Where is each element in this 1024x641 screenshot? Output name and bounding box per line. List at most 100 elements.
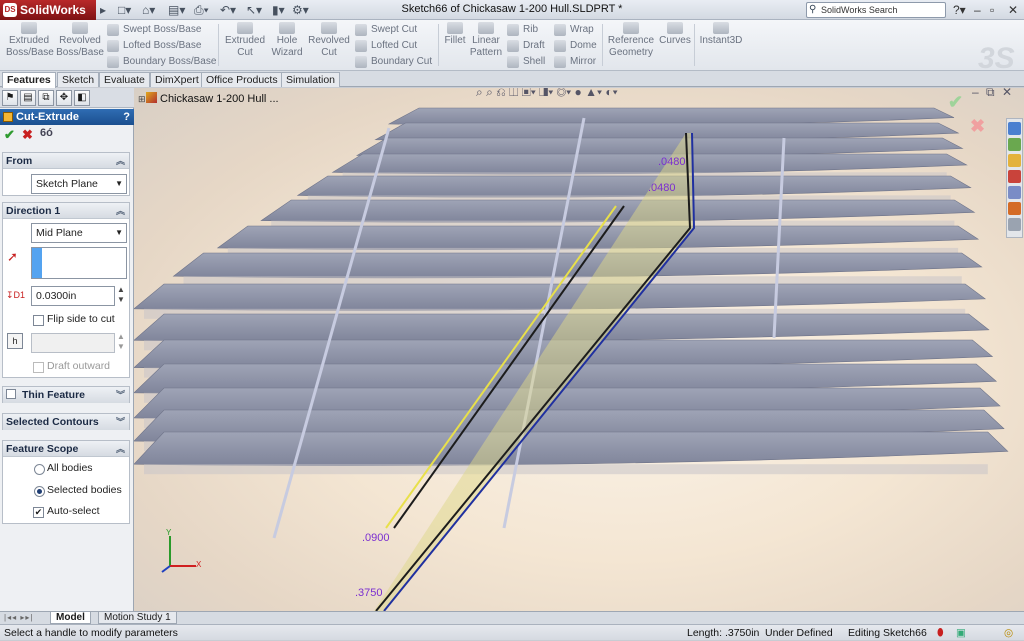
- help-button[interactable]: ?: [123, 109, 130, 125]
- hole-wizard-button[interactable]: Hole Wizard: [268, 22, 306, 59]
- help-status-icon[interactable]: ◎: [1004, 626, 1013, 641]
- confirm-cancel-icon[interactable]: ✖: [970, 116, 985, 137]
- draft-outward-checkbox[interactable]: [33, 362, 44, 373]
- resources-icon[interactable]: [1008, 122, 1021, 135]
- thin-feature-header[interactable]: Thin Feature ︾: [3, 387, 129, 403]
- dome-button[interactable]: Dome: [554, 38, 597, 54]
- from-select[interactable]: Sketch Plane ▼: [31, 174, 127, 194]
- design-library-icon[interactable]: [1008, 138, 1021, 151]
- extruded-cut-button[interactable]: Extruded Cut: [222, 22, 268, 59]
- tab-features[interactable]: Features: [2, 72, 56, 88]
- flip-side-checkbox[interactable]: [33, 315, 44, 326]
- swept-boss-button[interactable]: Swept Boss/Base: [107, 22, 201, 38]
- selected-contours-header[interactable]: Selected Contours ︾: [3, 414, 129, 430]
- instant3d-button[interactable]: Instant3D: [698, 22, 744, 47]
- detailed-preview-icon[interactable]: 6ó: [40, 127, 53, 139]
- configuration-manager-tab-icon[interactable]: ⧉: [38, 90, 54, 106]
- thin-feature-checkbox[interactable]: [6, 389, 16, 399]
- curves-button[interactable]: Curves: [658, 22, 692, 47]
- dimension-label[interactable]: .0480: [648, 182, 676, 194]
- direction1-group-header[interactable]: Direction 1 ︽: [3, 203, 129, 219]
- dimension-label[interactable]: .0900: [362, 532, 390, 544]
- thin-feature-group[interactable]: Thin Feature ︾: [2, 386, 130, 403]
- linear-pattern-button[interactable]: Linear Pattern: [469, 22, 503, 59]
- help-icon[interactable]: ?▾: [953, 2, 966, 18]
- units-icon[interactable]: ▣: [956, 626, 966, 641]
- tab-scroll-icon[interactable]: |◂◂ ▸▸|: [4, 613, 33, 622]
- status-editing: Editing Sketch66: [848, 627, 927, 639]
- viewport-restore-icon[interactable]: ⧉: [986, 88, 995, 100]
- confirm-ok-icon[interactable]: ✔: [948, 92, 963, 113]
- tab-evaluate[interactable]: Evaluate: [99, 72, 150, 87]
- scene-icon[interactable]: ▲▾: [585, 88, 602, 99]
- display-manager-tab-icon[interactable]: ◧: [74, 90, 90, 106]
- tab-simulation[interactable]: Simulation: [281, 72, 341, 87]
- mirror-button[interactable]: Mirror: [554, 54, 596, 70]
- appearances-icon[interactable]: [1008, 202, 1021, 215]
- fillet-button[interactable]: Fillet: [442, 22, 468, 47]
- zoom-to-fit-icon[interactable]: ⌕: [476, 88, 483, 99]
- selected-contours-group[interactable]: Selected Contours ︾: [2, 413, 130, 430]
- reference-geometry-button[interactable]: Reference Geometry: [606, 22, 656, 59]
- search-input[interactable]: ⚲ SolidWorks Search: [806, 2, 946, 18]
- boundary-boss-button[interactable]: Boundary Boss/Base: [107, 54, 216, 70]
- revolved-boss-button[interactable]: Revolved Boss/Base: [56, 22, 104, 59]
- property-manager-tab-icon[interactable]: ▤: [20, 90, 36, 106]
- feature-tree-root[interactable]: ⊞ Chickasaw 1-200 Hull ...: [138, 92, 279, 105]
- ribbon-separator: [438, 24, 439, 66]
- tab-office-products[interactable]: Office Products: [201, 72, 283, 87]
- selected-bodies-radio[interactable]: [34, 486, 45, 497]
- appearance-icon[interactable]: ●: [575, 88, 582, 99]
- minimize-button[interactable]: –: [974, 2, 981, 18]
- tab-dimxpert[interactable]: DimXpert: [150, 72, 204, 87]
- dimension-label[interactable]: .3750: [355, 587, 383, 599]
- zoom-area-icon[interactable]: ⌕: [486, 88, 493, 99]
- file-explorer-icon[interactable]: [1008, 154, 1021, 167]
- view-orientation-icon[interactable]: ▣▾: [522, 88, 536, 99]
- hide-show-icon[interactable]: ◎▾: [557, 88, 572, 99]
- boundary-cut-button[interactable]: Boundary Cut: [355, 54, 432, 70]
- section-view-icon[interactable]: ◫: [509, 88, 518, 99]
- rib-button[interactable]: Rib: [507, 22, 538, 38]
- rebuild-status-icon[interactable]: ⬮: [937, 626, 944, 641]
- wrap-button[interactable]: Wrap: [554, 22, 594, 38]
- depth-spinner[interactable]: ▲ ▼: [117, 285, 125, 305]
- cancel-button-icon[interactable]: ✖: [22, 127, 33, 143]
- search-results-icon[interactable]: [1008, 170, 1021, 183]
- draft-button[interactable]: Draft: [507, 38, 545, 54]
- dimxpert-manager-tab-icon[interactable]: ✥: [56, 90, 72, 106]
- dimension-label[interactable]: .0480: [658, 156, 686, 168]
- draft-angle-input[interactable]: [31, 333, 115, 353]
- close-button[interactable]: ✕: [1008, 2, 1018, 18]
- ok-button-icon[interactable]: ✔: [4, 127, 15, 143]
- from-group-header[interactable]: From ︽: [3, 153, 129, 169]
- maximize-button[interactable]: ▫: [990, 2, 994, 18]
- feature-manager-tab-icon[interactable]: ⚑: [2, 90, 18, 106]
- shell-button[interactable]: Shell: [507, 54, 545, 70]
- expand-icon[interactable]: ⊞: [138, 94, 146, 105]
- feature-scope-header[interactable]: Feature Scope ︽: [3, 441, 129, 457]
- tab-sketch[interactable]: Sketch: [57, 72, 100, 87]
- lofted-cut-button[interactable]: Lofted Cut: [355, 38, 417, 54]
- graphics-area[interactable]: ⊞ Chickasaw 1-200 Hull ... ⌕ ⌕ ⎌ ◫ ▣▾ ◨▾ …: [134, 88, 1024, 611]
- direction-selection-box[interactable]: [31, 247, 127, 279]
- view-palette-icon[interactable]: [1008, 186, 1021, 199]
- display-style-icon[interactable]: ◨▾: [539, 88, 553, 99]
- tab-model[interactable]: Model: [50, 612, 91, 624]
- tab-motion-study[interactable]: Motion Study 1: [98, 612, 177, 624]
- end-condition-select[interactable]: Mid Plane ▼: [31, 223, 127, 243]
- lofted-boss-button[interactable]: Lofted Boss/Base: [107, 38, 201, 54]
- draft-toggle-icon[interactable]: h: [7, 333, 23, 349]
- view-settings-icon[interactable]: ◐▾: [605, 88, 617, 99]
- previous-view-icon[interactable]: ⎌: [496, 88, 506, 99]
- viewport-close-icon[interactable]: ✕: [1002, 88, 1012, 99]
- auto-select-checkbox[interactable]: ✔: [33, 507, 44, 518]
- viewport-minimize-icon[interactable]: –: [972, 88, 979, 99]
- depth-input[interactable]: 0.0300in: [31, 286, 115, 306]
- all-bodies-radio[interactable]: [34, 464, 45, 475]
- extruded-boss-button[interactable]: Extruded Boss/Base: [6, 22, 54, 59]
- swept-cut-button[interactable]: Swept Cut: [355, 22, 417, 38]
- custom-properties-icon[interactable]: [1008, 218, 1021, 231]
- revolved-cut-button[interactable]: Revolved Cut: [307, 22, 351, 59]
- draft-angle-spinner[interactable]: ▲ ▼: [117, 332, 125, 352]
